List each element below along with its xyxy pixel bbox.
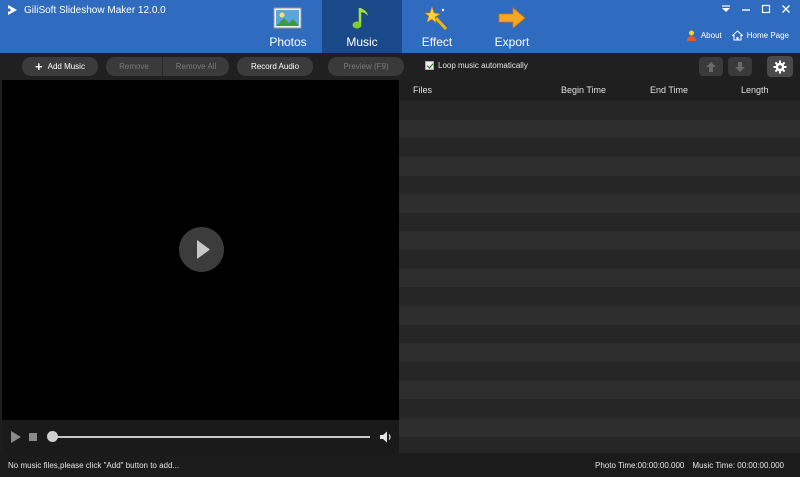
list-rows	[399, 101, 800, 456]
maximize-icon[interactable]	[760, 3, 772, 15]
music-note-icon	[352, 8, 368, 29]
about-icon	[686, 30, 696, 41]
remove-all-button[interactable]: Remove All	[162, 57, 229, 76]
window-controls	[720, 3, 792, 15]
title-bar: GiliSoft Slideshow Maker 12.0.0 Photos M…	[0, 0, 800, 53]
photo-icon	[273, 7, 302, 29]
loop-music-label: Loop music automatically	[438, 61, 528, 70]
close-icon[interactable]	[780, 3, 792, 15]
about-label: About	[700, 31, 722, 40]
empty-row	[399, 268, 800, 288]
home-page-link[interactable]: Home Page	[731, 30, 789, 41]
preview-label: Preview (F9)	[343, 62, 389, 71]
tab-photos[interactable]: Photos	[248, 0, 328, 53]
empty-row	[399, 287, 800, 307]
empty-row	[399, 324, 800, 344]
move-down-button[interactable]	[728, 57, 752, 76]
add-music-label: Add Music	[47, 62, 85, 71]
empty-row	[399, 156, 800, 176]
plus-icon: +	[35, 58, 43, 74]
remove-label: Remove	[119, 62, 149, 71]
move-up-button[interactable]	[699, 57, 723, 76]
tab-effect[interactable]: Effect	[397, 0, 477, 53]
tab-label: Music	[346, 35, 378, 49]
tab-label: Export	[494, 35, 530, 49]
magic-wand-icon	[424, 6, 448, 31]
loop-music-option[interactable]: Loop music automatically	[425, 61, 528, 70]
play-overlay-button[interactable]	[179, 227, 224, 272]
stop-icon[interactable]	[29, 433, 37, 441]
status-bar: No music files,please click "Add" button…	[0, 453, 800, 477]
add-music-button[interactable]: + Add Music	[22, 57, 98, 76]
empty-row	[399, 417, 800, 437]
list-header: Files Begin Time End Time Length	[399, 80, 800, 101]
photo-time: Photo Time:00:00:00.000	[594, 461, 685, 470]
loop-music-checkbox[interactable]	[425, 61, 434, 70]
empty-row	[399, 399, 800, 418]
empty-row	[399, 250, 800, 269]
status-times: Photo Time:00:00:00.000 Music Time: 00:0…	[595, 461, 784, 470]
about-link[interactable]: About	[686, 30, 722, 41]
volume-icon[interactable]	[379, 430, 393, 444]
record-audio-label: Record Audio	[250, 62, 300, 71]
empty-row	[399, 138, 800, 157]
arrow-right-icon	[498, 7, 526, 29]
app-title: GiliSoft Slideshow Maker 12.0.0	[6, 3, 166, 17]
menu-dropdown-icon[interactable]	[720, 3, 732, 15]
gear-icon	[773, 60, 787, 73]
remove-button[interactable]: Remove	[106, 57, 162, 76]
empty-row	[399, 119, 800, 139]
app-title-text: GiliSoft Slideshow Maker 12.0.0	[24, 4, 166, 16]
home-icon	[731, 30, 743, 41]
empty-row	[399, 175, 800, 195]
remove-all-label: Remove All	[175, 62, 217, 71]
seek-bar[interactable]	[50, 436, 370, 438]
status-message: No music files,please click "Add" button…	[8, 461, 180, 470]
music-file-list: Files Begin Time End Time Length	[399, 80, 800, 456]
seek-handle[interactable]	[47, 431, 58, 442]
arrow-down-icon	[735, 61, 745, 72]
toolbar: + Add Music Remove Remove All Record Aud…	[0, 53, 800, 80]
empty-row	[399, 380, 800, 400]
column-header-end-time[interactable]: End Time	[650, 85, 688, 95]
minimize-icon[interactable]	[740, 3, 752, 15]
tab-label: Effect	[421, 35, 453, 49]
tab-export[interactable]: Export	[472, 0, 552, 53]
empty-row	[399, 361, 800, 381]
video-preview	[2, 80, 399, 420]
player-controls	[2, 420, 399, 453]
column-header-files[interactable]: Files	[413, 85, 432, 95]
play-icon	[197, 240, 210, 259]
record-audio-button[interactable]: Record Audio	[237, 57, 313, 76]
empty-row	[399, 231, 800, 251]
home-page-label: Home Page	[746, 31, 789, 40]
play-icon[interactable]	[11, 431, 21, 443]
column-header-begin-time[interactable]: Begin Time	[561, 85, 606, 95]
column-header-length[interactable]: Length	[741, 85, 769, 95]
empty-row	[399, 343, 800, 362]
app-logo-icon	[7, 5, 17, 15]
preview-button[interactable]: Preview (F9)	[328, 57, 404, 76]
empty-row	[399, 194, 800, 213]
tab-label: Photos	[269, 35, 307, 49]
music-time: Music Time: 00:00:00.000	[692, 461, 784, 470]
arrow-up-icon	[706, 61, 716, 72]
top-links: About Home Page	[686, 30, 789, 41]
empty-row	[399, 212, 800, 232]
empty-row	[399, 306, 800, 325]
settings-button[interactable]	[767, 56, 793, 77]
empty-row	[399, 101, 800, 120]
tab-music[interactable]: Music	[322, 0, 402, 53]
